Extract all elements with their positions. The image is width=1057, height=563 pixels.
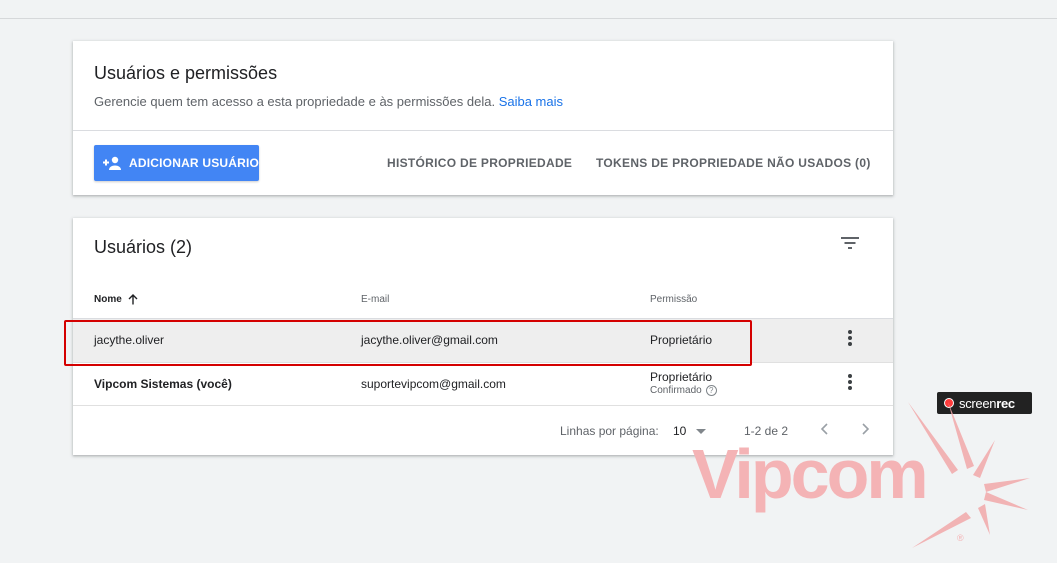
unused-tokens-button[interactable]: TOKENS DE PROPRIEDADE NÃO USADOS (0) — [596, 156, 871, 170]
column-header-permission[interactable]: Permissão — [650, 294, 697, 305]
status-text: Confirmado — [650, 385, 702, 396]
svg-text:Vipcom: Vipcom — [692, 435, 926, 513]
subtitle-text: Gerencie quem tem acesso a esta propried… — [94, 94, 496, 109]
help-icon[interactable]: ? — [705, 385, 717, 396]
add-person-icon — [102, 156, 122, 170]
user-permissions-card: Usuários e permissões Gerencie quem tem … — [73, 41, 893, 195]
more-vert-icon[interactable] — [848, 330, 852, 346]
add-user-label: ADICIONAR USUÁRIO — [129, 156, 260, 170]
permission-status: Confirmado ? — [650, 385, 717, 396]
row-highlight-annotation — [64, 320, 752, 366]
column-header-name[interactable]: Nome — [94, 294, 138, 305]
card-divider — [73, 130, 893, 131]
page-subtitle: Gerencie quem tem acesso a esta propried… — [94, 94, 563, 109]
user-email: suportevipcom@gmail.com — [361, 377, 506, 391]
user-permission: Proprietário — [650, 370, 713, 384]
more-vert-icon[interactable] — [848, 374, 852, 390]
column-name-label: Nome — [94, 294, 122, 305]
top-divider — [0, 18, 1057, 19]
users-count-title: Usuários (2) — [94, 237, 193, 257]
column-header-email[interactable]: E-mail — [361, 294, 389, 305]
sort-ascending-icon — [128, 294, 138, 305]
filter-icon[interactable] — [840, 236, 860, 250]
learn-more-link[interactable]: Saiba mais — [499, 94, 563, 109]
rows-per-page-value: 10 — [673, 424, 687, 438]
vipcom-watermark-logo: Vipcom ® — [692, 402, 1030, 548]
page-title: Usuários e permissões — [94, 63, 278, 83]
user-name: Vipcom Sistemas (você) — [94, 377, 232, 391]
rows-per-page-label: Linhas por página: — [560, 424, 659, 438]
add-user-button[interactable]: ADICIONAR USUÁRIO — [94, 145, 259, 181]
svg-text:®: ® — [957, 533, 964, 543]
property-history-button[interactable]: HISTÓRICO DE PROPRIEDADE — [387, 156, 572, 170]
